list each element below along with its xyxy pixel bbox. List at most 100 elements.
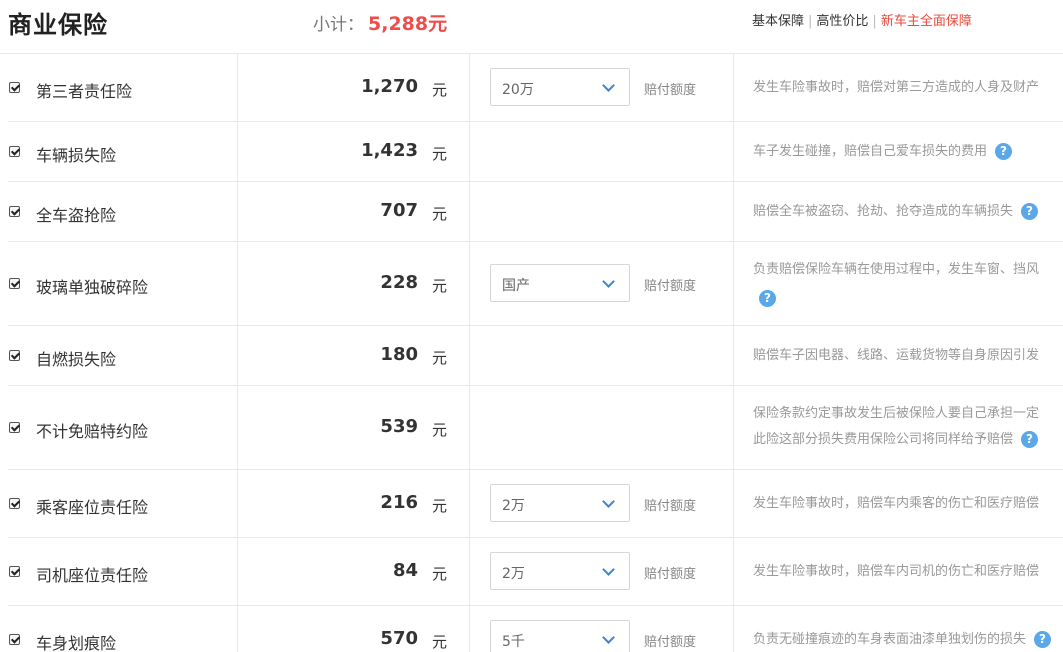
column-divider xyxy=(469,386,470,469)
column-divider xyxy=(237,54,238,121)
insurance-name: 全车盗抢险 xyxy=(36,206,117,225)
coverage-select[interactable]: 2万 xyxy=(490,552,630,590)
insurance-description: 赔偿车子因电器、线路、运载货物等自身原因引发 xyxy=(753,343,1063,369)
checkbox-checked-icon[interactable] xyxy=(9,350,20,361)
plan-options: 基本保障 | 高性价比 | 新车主全面保障 xyxy=(752,10,972,29)
plan-basic[interactable]: 基本保障 xyxy=(752,14,804,29)
coverage-limit-label: 赔付额度 xyxy=(644,83,697,98)
price-unit: 元 xyxy=(432,633,448,651)
checkbox-checked-icon[interactable] xyxy=(9,206,20,217)
insurance-name: 不计免赔特约险 xyxy=(36,422,149,441)
coverage-limit-label: 赔付额度 xyxy=(644,279,697,294)
coverage-select[interactable]: 5千 xyxy=(490,620,630,652)
coverage-select[interactable]: 20万 xyxy=(490,68,630,106)
table-row: 自燃损失险 180 元 赔偿车子因电器、线路、运载货物等自身原因引发 xyxy=(8,326,1063,386)
description-text: 负责无碰撞痕迹的车身表面油漆单独划伤的损失 xyxy=(753,632,1027,647)
checkbox-checked-icon[interactable] xyxy=(9,278,20,289)
plan-divider: | xyxy=(808,14,813,29)
description-text: 赔偿车子因电器、线路、运载货物等自身原因引发 xyxy=(753,348,1040,363)
description-text: 发生车险事故时，赔偿车内乘客的伤亡和医疗赔偿 xyxy=(753,496,1040,511)
price-unit: 元 xyxy=(432,145,448,163)
column-divider xyxy=(469,122,470,181)
subtotal-value: 5,288元 xyxy=(368,13,448,35)
column-divider xyxy=(733,386,734,469)
table-row: 车身划痕险 570 元 5千 赔付额度 负责无碰撞痕迹的车身表面油漆单独划伤的损… xyxy=(8,606,1063,652)
insurance-description: 车子发生碰撞，赔偿自己爱车损失的费用? xyxy=(753,139,1063,165)
insurance-price: 570 xyxy=(380,628,418,649)
insurance-description: 发生车险事故时，赔偿对第三方造成的人身及财产 xyxy=(753,75,1063,101)
checkbox-checked-icon[interactable] xyxy=(9,566,20,577)
chevron-down-icon xyxy=(602,79,615,92)
table-row: 不计免赔特约险 539 元 保险条款约定事故发生后被保险人要自己承担一定 此险这… xyxy=(8,386,1063,470)
insurance-description-line2: 此险这部分损失费用保险公司将同样给予赔偿? xyxy=(753,427,1063,453)
chevron-down-icon xyxy=(602,495,615,508)
description-text: 保险条款约定事故发生后被保险人要自己承担一定 xyxy=(753,406,1040,421)
column-divider xyxy=(733,242,734,325)
price-unit: 元 xyxy=(432,565,448,583)
price-unit: 元 xyxy=(432,421,448,439)
plan-value[interactable]: 高性价比 xyxy=(816,14,868,29)
table-row: 全车盗抢险 707 元 赔偿全车被盗窃、抢劫、抢夺造成的车辆损失? xyxy=(8,182,1063,242)
insurance-name: 玻璃单独破碎险 xyxy=(36,278,149,297)
price-unit: 元 xyxy=(432,497,448,515)
coverage-select-value: 2万 xyxy=(502,498,525,514)
question-circle-icon[interactable]: ? xyxy=(995,143,1013,160)
coverage-select[interactable]: 2万 xyxy=(490,484,630,522)
chevron-down-icon xyxy=(602,563,615,576)
checkbox-checked-icon[interactable] xyxy=(9,498,20,509)
column-divider xyxy=(733,54,734,121)
plan-divider: | xyxy=(872,14,877,29)
column-divider xyxy=(733,606,734,652)
column-divider xyxy=(469,470,470,537)
column-divider xyxy=(237,386,238,469)
page-title: 商业保险 xyxy=(8,11,108,39)
description-text: 发生车险事故时，赔偿车内司机的伤亡和医疗赔偿 xyxy=(753,564,1040,579)
coverage-select-value: 国产 xyxy=(502,278,530,294)
column-divider xyxy=(469,242,470,325)
price-unit: 元 xyxy=(432,81,448,99)
insurance-description: 保险条款约定事故发生后被保险人要自己承担一定 xyxy=(753,401,1063,427)
coverage-select-value: 20万 xyxy=(502,82,534,98)
insurance-name: 自燃损失险 xyxy=(36,350,117,369)
price-unit: 元 xyxy=(432,349,448,367)
coverage-limit-label: 赔付额度 xyxy=(644,567,697,582)
question-circle-icon[interactable]: ? xyxy=(759,290,776,307)
price-unit: 元 xyxy=(432,277,448,295)
column-divider xyxy=(469,326,470,385)
question-circle-icon[interactable]: ? xyxy=(1021,203,1039,220)
description-text: 发生车险事故时，赔偿对第三方造成的人身及财产 xyxy=(753,80,1040,95)
coverage-limit-label: 赔付额度 xyxy=(644,635,697,650)
coverage-select[interactable]: 国产 xyxy=(490,264,630,302)
description-text: 车子发生碰撞，赔偿自己爱车损失的费用 xyxy=(753,144,988,159)
table-row: 司机座位责任险 84 元 2万 赔付额度 发生车险事故时，赔偿车内司机的伤亡和医… xyxy=(8,538,1063,606)
insurance-description: 赔偿全车被盗窃、抢劫、抢夺造成的车辆损失? xyxy=(753,199,1063,225)
page-header: 商业保险 小计： 5,288元 基本保障 | 高性价比 | 新车主全面保障 xyxy=(0,0,1063,54)
column-divider xyxy=(237,538,238,605)
insurance-price: 707 xyxy=(380,200,418,221)
question-circle-icon[interactable]: ? xyxy=(1021,431,1039,448)
chevron-down-icon xyxy=(602,631,615,644)
column-divider xyxy=(469,538,470,605)
insurance-price: 84 xyxy=(392,560,418,581)
insurance-description: 发生车险事故时，赔偿车内司机的伤亡和医疗赔偿 xyxy=(753,559,1063,585)
checkbox-checked-icon[interactable] xyxy=(9,82,20,93)
coverage-limit-label: 赔付额度 xyxy=(644,499,697,514)
coverage-select-value: 2万 xyxy=(502,566,525,582)
insurance-price: 180 xyxy=(380,344,418,365)
plan-new-owner[interactable]: 新车主全面保障 xyxy=(881,14,972,29)
column-divider xyxy=(237,122,238,181)
table-row: 第三者责任险 1,270 元 20万 赔付额度 发生车险事故时，赔偿对第三方造成… xyxy=(8,54,1063,122)
question-circle-icon[interactable]: ? xyxy=(1034,631,1052,648)
chevron-down-icon xyxy=(602,275,615,288)
insurance-price: 539 xyxy=(380,416,418,437)
checkbox-checked-icon[interactable] xyxy=(9,422,20,433)
column-divider xyxy=(733,122,734,181)
insurance-description: 发生车险事故时，赔偿车内乘客的伤亡和医疗赔偿 xyxy=(753,491,1063,517)
column-divider xyxy=(469,54,470,121)
description-text: 此险这部分损失费用保险公司将同样给予赔偿 xyxy=(753,432,1014,447)
checkbox-checked-icon[interactable] xyxy=(9,634,20,645)
table-row: 乘客座位责任险 216 元 2万 赔付额度 发生车险事故时，赔偿车内乘客的伤亡和… xyxy=(8,470,1063,538)
checkbox-checked-icon[interactable] xyxy=(9,146,20,157)
column-divider xyxy=(469,606,470,652)
description-text: 负责赔偿保险车辆在使用过程中，发生车窗、挡风 xyxy=(753,262,1040,277)
